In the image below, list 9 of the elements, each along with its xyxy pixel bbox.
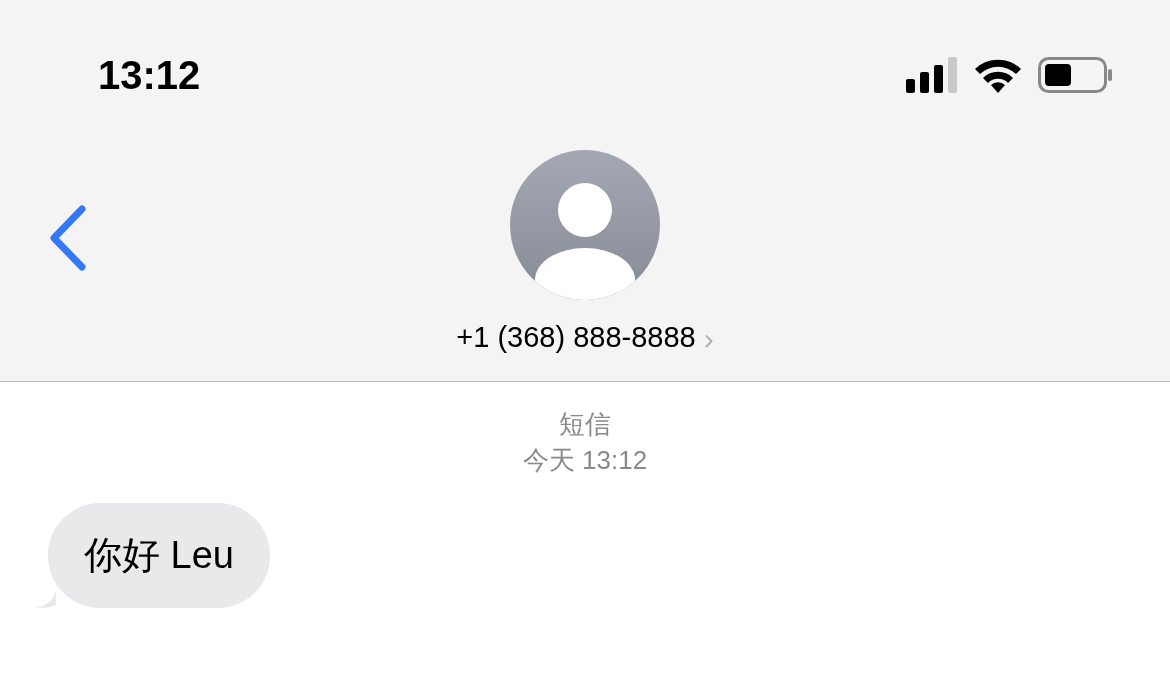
contact-phone[interactable]: +1 (368) 888-8888 xyxy=(456,316,696,360)
chevron-icon: › xyxy=(703,315,714,361)
signal-icon xyxy=(906,56,958,93)
back-button[interactable] xyxy=(48,204,88,271)
service-label: 短信 xyxy=(559,408,611,441)
battery-icon xyxy=(1038,56,1114,93)
avatar-icon[interactable] xyxy=(510,149,660,300)
message-timestamp: 今天 13:12 xyxy=(522,444,648,478)
status-time: 13:12 xyxy=(98,51,201,99)
